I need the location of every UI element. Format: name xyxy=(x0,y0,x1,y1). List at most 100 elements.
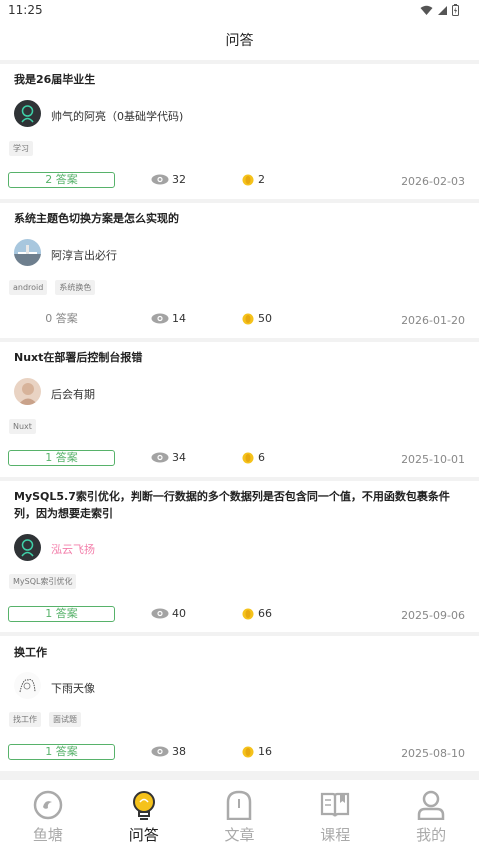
tab-label: 文章 xyxy=(224,826,255,844)
signal-icon xyxy=(438,5,447,15)
post-date: 2025-08-10 xyxy=(401,747,465,760)
question-card[interactable]: MySQL5.7索引优化，判断一行数据的多个数据列是否包含同一个值，不用函数包裹… xyxy=(0,481,479,632)
coin-reward: 66 xyxy=(242,607,272,620)
wifi-icon xyxy=(420,5,433,15)
answers-button[interactable]: 2 答案 xyxy=(8,172,115,188)
view-count-value: 34 xyxy=(172,451,186,464)
tag[interactable]: 学习 xyxy=(9,141,33,156)
status-icons xyxy=(420,4,459,16)
tab-label: 鱼塘 xyxy=(32,826,63,844)
question-card[interactable]: 系统主题色切换方案是怎么实现的 阿淳言出必行 android 系统换色 0 答案… xyxy=(0,203,479,338)
tab-course[interactable]: 课程 xyxy=(287,780,383,852)
avatar[interactable] xyxy=(14,100,41,127)
robot-avatar-icon xyxy=(21,105,34,123)
tag-list: 学习 xyxy=(9,141,33,156)
post-date: 2025-10-01 xyxy=(401,453,465,466)
tag[interactable]: MySQL索引优化 xyxy=(9,574,77,589)
author-name[interactable]: 帅气的阿亮（0基础学代码) xyxy=(51,108,183,124)
coin-reward: 6 xyxy=(242,451,265,464)
coin-value: 50 xyxy=(258,312,272,325)
author-name[interactable]: 下雨天像 xyxy=(51,680,95,696)
avatar[interactable] xyxy=(14,239,41,266)
question-title[interactable]: 系统主题色切换方案是怎么实现的 xyxy=(14,210,454,227)
tab-qa[interactable]: 问答 xyxy=(96,780,192,852)
tag-list: Nuxt xyxy=(9,419,36,434)
avatar[interactable] xyxy=(14,378,41,405)
coin-icon xyxy=(242,608,254,619)
view-count-value: 40 xyxy=(172,607,186,620)
coin-value: 16 xyxy=(258,745,272,758)
app-header: 问答 xyxy=(0,22,479,60)
bottom-tab-bar: 鱼塘 问答 文章 课程 我的 xyxy=(0,780,479,852)
coin-icon xyxy=(242,746,254,757)
view-count: 34 xyxy=(151,451,186,464)
post-date: 2026-01-20 xyxy=(401,314,465,327)
post-date: 2025-09-06 xyxy=(401,609,465,622)
tab-pond[interactable]: 鱼塘 xyxy=(0,780,96,852)
tag[interactable]: 系统换色 xyxy=(55,280,96,295)
view-count: 40 xyxy=(151,607,186,620)
coin-value: 2 xyxy=(258,173,265,186)
tab-label: 课程 xyxy=(320,826,351,844)
view-count: 32 xyxy=(151,173,186,186)
question-title[interactable]: 我是26届毕业生 xyxy=(14,71,454,88)
answers-button[interactable]: 1 答案 xyxy=(8,450,115,466)
status-bar: 11:25 xyxy=(0,0,479,22)
question-card[interactable]: 换工作 下雨天像 找工作 面试题 1 答案 38 16 2025-08-10 xyxy=(0,636,479,771)
tag-list: MySQL索引优化 xyxy=(9,574,77,589)
robot-avatar-icon xyxy=(21,539,34,557)
author-name[interactable]: 后会有期 xyxy=(51,386,95,402)
view-count-value: 38 xyxy=(172,745,186,758)
question-title[interactable]: MySQL5.7索引优化，判断一行数据的多个数据列是否包含同一个值，不用函数包裹… xyxy=(14,488,454,522)
question-feed[interactable]: 我是26届毕业生 帅气的阿亮（0基础学代码) 学习 2 答案 32 2 2026… xyxy=(0,64,479,778)
coin-value: 66 xyxy=(258,607,272,620)
tab-label: 我的 xyxy=(416,826,447,844)
photo-avatar-icon xyxy=(18,245,37,254)
eye-icon xyxy=(151,174,169,185)
eye-icon xyxy=(151,313,169,324)
eye-icon xyxy=(151,746,169,757)
view-count: 14 xyxy=(151,312,186,325)
coin-reward: 16 xyxy=(242,745,272,758)
view-count: 38 xyxy=(151,745,186,758)
coin-value: 6 xyxy=(258,451,265,464)
avatar[interactable] xyxy=(14,672,41,699)
pond-icon xyxy=(33,790,63,820)
tab-label: 问答 xyxy=(128,826,159,844)
question-card[interactable]: Nuxt在部署后控制台报错 后会有期 Nuxt 1 答案 34 6 2025-1… xyxy=(0,342,479,477)
tab-mine[interactable]: 我的 xyxy=(383,780,479,852)
question-card[interactable]: 我是26届毕业生 帅气的阿亮（0基础学代码) 学习 2 答案 32 2 2026… xyxy=(0,64,479,199)
book-icon xyxy=(321,792,350,817)
tag[interactable]: android xyxy=(9,280,48,295)
lightbulb-icon xyxy=(132,791,155,820)
tag[interactable]: 找工作 xyxy=(9,712,41,727)
article-icon xyxy=(227,790,252,820)
status-time: 11:25 xyxy=(8,3,43,17)
eye-icon xyxy=(151,608,169,619)
view-count-value: 32 xyxy=(172,173,186,186)
answers-button[interactable]: 1 答案 xyxy=(8,744,115,760)
answers-button[interactable]: 1 答案 xyxy=(8,606,115,622)
author-name[interactable]: 泓云飞扬 xyxy=(51,541,95,557)
coin-icon xyxy=(242,452,254,463)
coin-icon xyxy=(242,313,254,324)
tag[interactable]: 面试题 xyxy=(49,712,81,727)
answers-button[interactable]: 0 答案 xyxy=(8,311,115,327)
question-title[interactable]: Nuxt在部署后控制台报错 xyxy=(14,349,454,366)
user-icon xyxy=(417,790,445,820)
tag[interactable]: Nuxt xyxy=(9,419,36,434)
eye-icon xyxy=(151,452,169,463)
tag-list: 找工作 面试题 xyxy=(9,712,81,727)
battery-icon xyxy=(452,4,459,16)
question-title[interactable]: 换工作 xyxy=(14,644,454,661)
coin-reward: 2 xyxy=(242,173,265,186)
avatar[interactable] xyxy=(14,534,41,561)
page-title: 问答 xyxy=(225,33,254,49)
tab-article[interactable]: 文章 xyxy=(192,780,288,852)
view-count-value: 14 xyxy=(172,312,186,325)
sketch-avatar-icon xyxy=(19,679,36,693)
coin-icon xyxy=(242,174,254,185)
author-name[interactable]: 阿淳言出必行 xyxy=(51,247,117,263)
post-date: 2026-02-03 xyxy=(401,175,465,188)
photo-avatar-icon xyxy=(18,383,38,405)
